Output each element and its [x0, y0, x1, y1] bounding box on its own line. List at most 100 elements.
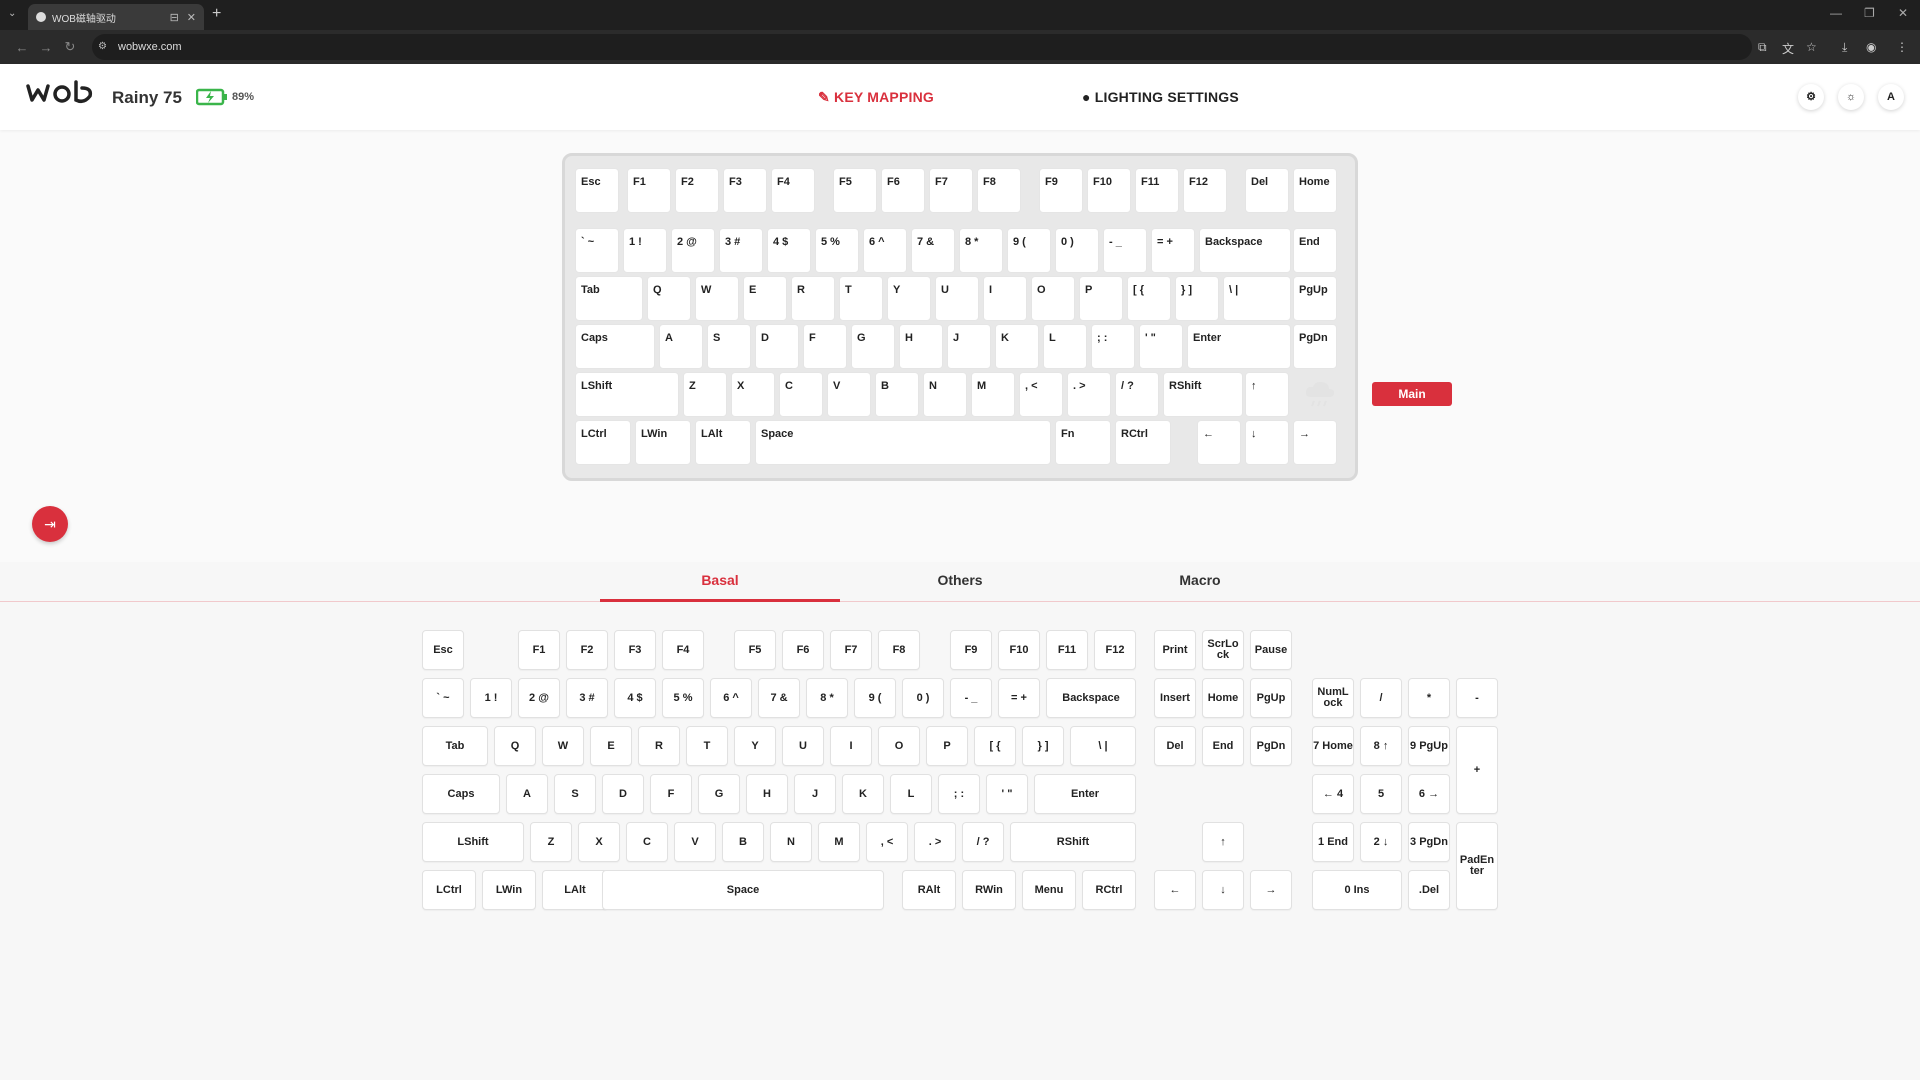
- palette-key[interactable]: 8 *: [806, 678, 848, 718]
- keyboard-key[interactable]: F5: [833, 168, 877, 213]
- palette-key[interactable]: O: [878, 726, 920, 766]
- keyboard-key[interactable]: 1 !: [623, 228, 667, 273]
- palette-key[interactable]: K: [842, 774, 884, 814]
- palette-key[interactable]: I: [830, 726, 872, 766]
- keyboard-key[interactable]: N: [923, 372, 967, 417]
- palette-key[interactable]: W: [542, 726, 584, 766]
- palette-key[interactable]: F8: [878, 630, 920, 670]
- palette-key[interactable]: J: [794, 774, 836, 814]
- palette-key[interactable]: B: [722, 822, 764, 862]
- keyboard-key[interactable]: 3 #: [719, 228, 763, 273]
- media-icon[interactable]: ⊟: [170, 11, 179, 24]
- keyboard-key[interactable]: LWin: [635, 420, 691, 465]
- palette-key[interactable]: 2 ↓: [1360, 822, 1402, 862]
- browser-tab[interactable]: WOB磁轴驱动 ⊟ ✕: [28, 4, 204, 30]
- keyboard-key[interactable]: F2: [675, 168, 719, 213]
- palette-key[interactable]: F11: [1046, 630, 1088, 670]
- palette-key[interactable]: , <: [866, 822, 908, 862]
- palette-key[interactable]: T: [686, 726, 728, 766]
- keyboard-key[interactable]: F12: [1183, 168, 1227, 213]
- close-tab-icon[interactable]: ✕: [187, 11, 196, 24]
- reload-icon[interactable]: ↻: [60, 39, 80, 55]
- keyboard-key[interactable]: D: [755, 324, 799, 369]
- palette-key[interactable]: -: [1456, 678, 1498, 718]
- keyboard-key[interactable]: Caps: [575, 324, 655, 369]
- palette-key[interactable]: C: [626, 822, 668, 862]
- palette-key[interactable]: PadEn ter: [1456, 822, 1498, 910]
- palette-key[interactable]: F2: [566, 630, 608, 670]
- keyboard-key[interactable]: . >: [1067, 372, 1111, 417]
- tab-others[interactable]: Others: [840, 572, 1080, 588]
- keyboard-key[interactable]: F8: [977, 168, 1021, 213]
- tab-basal[interactable]: Basal: [600, 572, 840, 588]
- palette-key[interactable]: →: [1250, 870, 1292, 910]
- palette-key[interactable]: . >: [914, 822, 956, 862]
- keyboard-key[interactable]: Enter: [1187, 324, 1291, 369]
- keyboard-key[interactable]: LShift: [575, 372, 679, 417]
- palette-key[interactable]: RWin: [962, 870, 1016, 910]
- keyboard-key[interactable]: ←: [1197, 420, 1241, 465]
- keyboard-key[interactable]: Del: [1245, 168, 1289, 213]
- layer-main-button[interactable]: Main: [1372, 382, 1452, 406]
- palette-key[interactable]: PgUp: [1250, 678, 1292, 718]
- palette-key[interactable]: Esc: [422, 630, 464, 670]
- keyboard-key[interactable]: U: [935, 276, 979, 321]
- palette-key[interactable]: } ]: [1022, 726, 1064, 766]
- palette-key[interactable]: LAlt: [542, 870, 608, 910]
- palette-key[interactable]: 4 $: [614, 678, 656, 718]
- palette-key[interactable]: ←: [1154, 870, 1196, 910]
- palette-key[interactable]: Print: [1154, 630, 1196, 670]
- keyboard-key[interactable]: PgDn: [1293, 324, 1337, 369]
- palette-key[interactable]: Insert: [1154, 678, 1196, 718]
- new-tab-icon[interactable]: +: [212, 5, 221, 23]
- site-info-icon[interactable]: ⚙: [98, 41, 107, 52]
- palette-key[interactable]: N: [770, 822, 812, 862]
- palette-key[interactable]: LCtrl: [422, 870, 476, 910]
- palette-key[interactable]: F: [650, 774, 692, 814]
- close-window-icon[interactable]: ✕: [1898, 6, 1908, 20]
- keyboard-key[interactable]: F7: [929, 168, 973, 213]
- keyboard-key[interactable]: - _: [1103, 228, 1147, 273]
- palette-key[interactable]: A: [506, 774, 548, 814]
- palette-key[interactable]: 2 @: [518, 678, 560, 718]
- keyboard-key[interactable]: [ {: [1127, 276, 1171, 321]
- palette-key[interactable]: D: [602, 774, 644, 814]
- palette-key[interactable]: Tab: [422, 726, 488, 766]
- palette-key[interactable]: M: [818, 822, 860, 862]
- keyboard-key[interactable]: 5 %: [815, 228, 859, 273]
- palette-key[interactable]: LShift: [422, 822, 524, 862]
- palette-key[interactable]: Y: [734, 726, 776, 766]
- palette-key[interactable]: End: [1202, 726, 1244, 766]
- keyboard-key[interactable]: 9 (: [1007, 228, 1051, 273]
- palette-key[interactable]: 8 ↑: [1360, 726, 1402, 766]
- palette-key[interactable]: F3: [614, 630, 656, 670]
- palette-key[interactable]: Enter: [1034, 774, 1136, 814]
- palette-key[interactable]: S: [554, 774, 596, 814]
- palette-key[interactable]: ← 4: [1312, 774, 1354, 814]
- keyboard-key[interactable]: B: [875, 372, 919, 417]
- palette-key[interactable]: H: [746, 774, 788, 814]
- palette-key[interactable]: 6 ^: [710, 678, 752, 718]
- keyboard-key[interactable]: LCtrl: [575, 420, 631, 465]
- palette-key[interactable]: [ {: [974, 726, 1016, 766]
- palette-key[interactable]: ` ~: [422, 678, 464, 718]
- keyboard-key[interactable]: J: [947, 324, 991, 369]
- keyboard-key[interactable]: H: [899, 324, 943, 369]
- keyboard-key[interactable]: , <: [1019, 372, 1063, 417]
- menu-icon[interactable]: ⋮: [1896, 40, 1908, 54]
- palette-key[interactable]: 1 End: [1312, 822, 1354, 862]
- palette-key[interactable]: U: [782, 726, 824, 766]
- exit-icon[interactable]: ⇥: [32, 506, 68, 542]
- palette-key[interactable]: Caps: [422, 774, 500, 814]
- keyboard-key[interactable]: 6 ^: [863, 228, 907, 273]
- palette-key[interactable]: \ |: [1070, 726, 1136, 766]
- keyboard-key[interactable]: End: [1293, 228, 1337, 273]
- keyboard-key[interactable]: Tab: [575, 276, 643, 321]
- palette-key[interactable]: E: [590, 726, 632, 766]
- palette-key[interactable]: F10: [998, 630, 1040, 670]
- palette-key[interactable]: F1: [518, 630, 560, 670]
- keyboard-key[interactable]: A: [659, 324, 703, 369]
- address-bar[interactable]: wobwxe.com: [92, 34, 1752, 60]
- forward-icon[interactable]: →: [36, 40, 56, 55]
- palette-key[interactable]: P: [926, 726, 968, 766]
